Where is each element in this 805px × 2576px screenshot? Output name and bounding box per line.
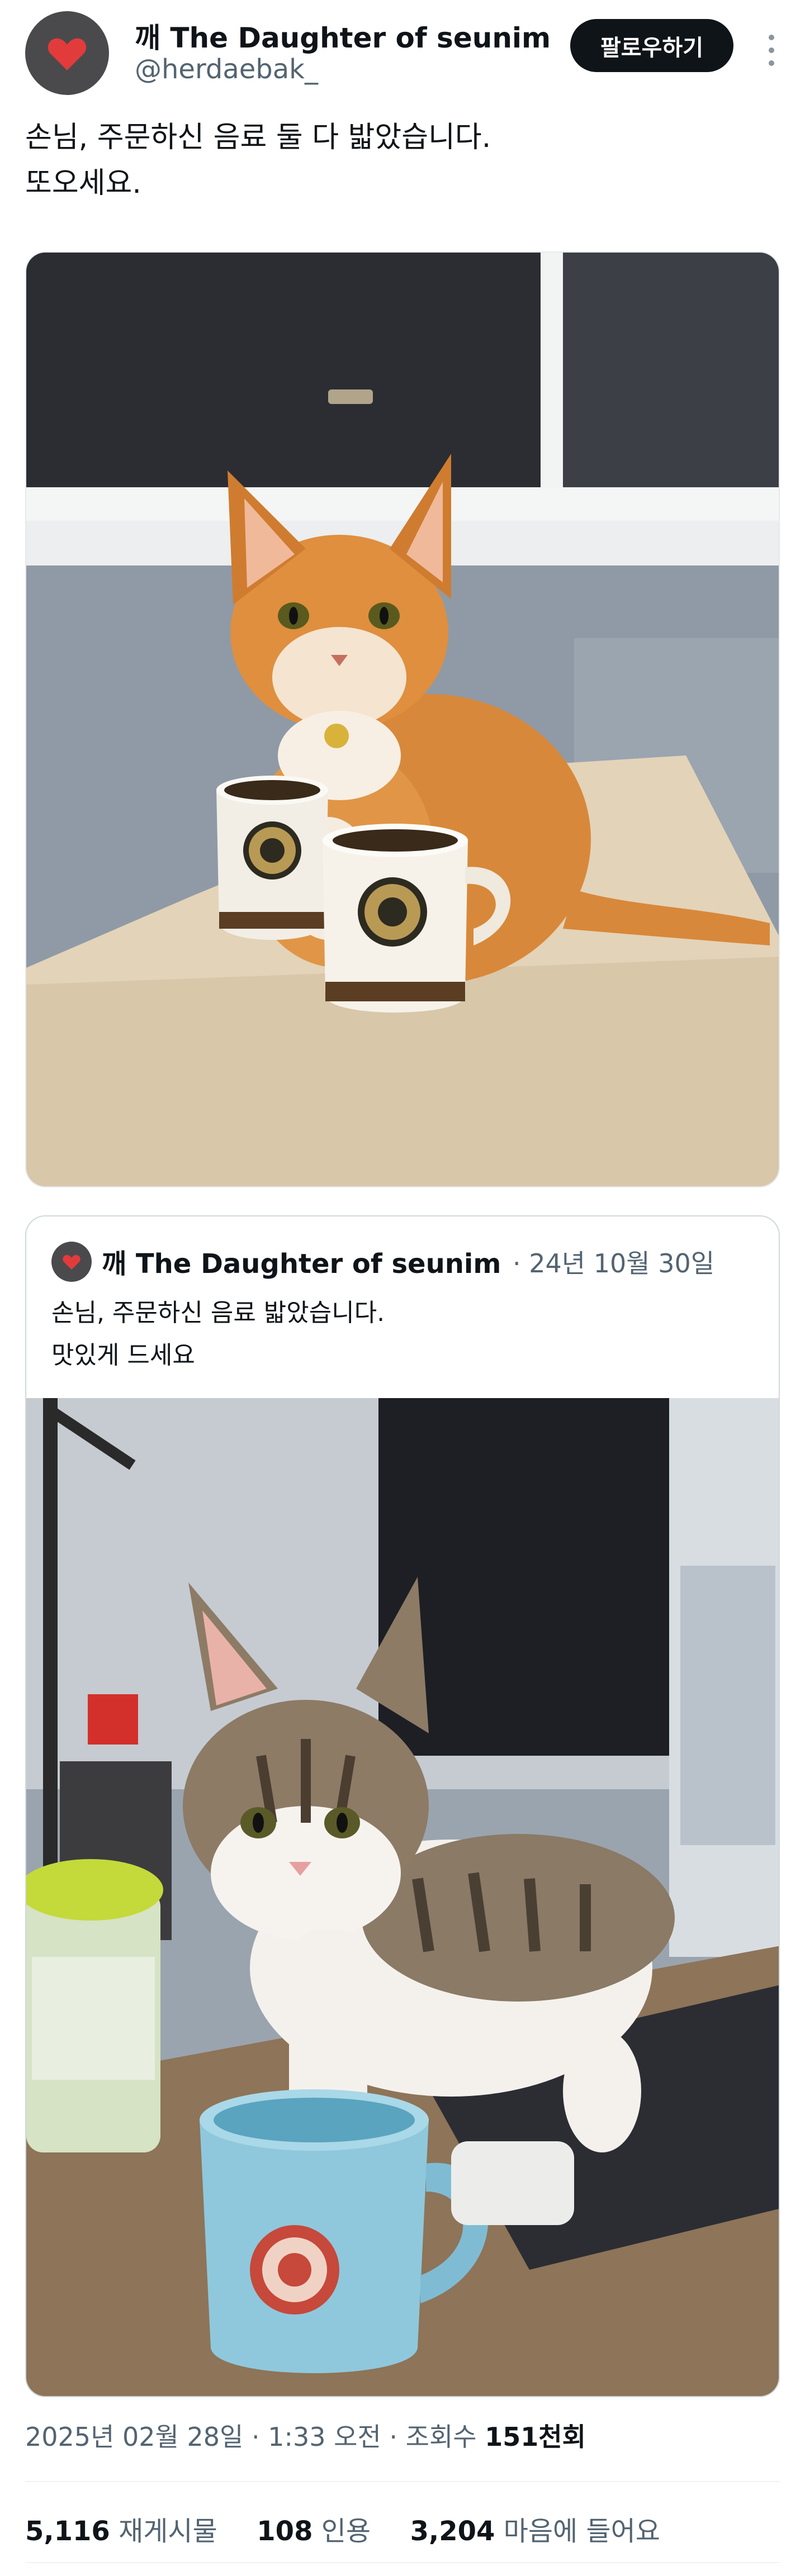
heart-icon [48,38,87,70]
quotes-count: 108 [257,2516,313,2547]
tweet-text-line: 또오세요. [25,167,141,200]
kitten-in-mug-photo [26,1398,779,2396]
author-avatar[interactable] [25,11,109,95]
tweet-text: 손님, 주문하신 음료 둘 다 밟았습니다. 또오세요. [25,115,491,206]
author-display-name: The Daughter of seunim [170,22,551,54]
views-label: 조회수 [405,2422,477,2452]
retweets-count: 5,116 [25,2516,110,2547]
tweet-stats: 5,116 재게시물 108 인용 3,204 마음에 들어요 [25,2509,660,2548]
quotes-label: 인용 [321,2516,371,2547]
quoted-author-display-name: The Daughter of seunim [135,1248,501,1280]
author-name[interactable]: 깨 The Daughter of seunim [135,16,551,56]
quoted-author-emoji: 깨 [102,1248,127,1280]
author-handle[interactable]: @herdaebak_ [135,54,318,85]
quoted-author-name: 깨 The Daughter of seunim [102,1242,501,1281]
quoted-photo [26,1398,779,2396]
quoted-author-avatar [51,1242,92,1282]
quoted-text-line: 손님, 주문하신 음료 밟았습니다. [51,1299,385,1327]
tweet-timestamp[interactable]: 2025년 02월 28일 · 1:33 오전 · 조회수 151천회 [25,2417,586,2454]
retweets-label: 재게시물 [119,2516,217,2547]
timestamp-time: 1:33 오전 [268,2422,381,2452]
likes-stat[interactable]: 3,204 마음에 들어요 [410,2516,660,2547]
heart-icon [63,1254,80,1270]
author-emoji: 깨 [135,22,160,54]
timestamp-separator: · [389,2422,398,2452]
tweet-header: 깨 The Daughter of seunim @herdaebak_ 팔로우… [25,11,780,95]
follow-button[interactable]: 팔로우하기 [570,19,733,72]
retweets-stat[interactable]: 5,116 재게시물 [25,2516,226,2547]
quoted-text: 손님, 주문하신 음료 밟았습니다. 맛있게 드세요 [51,1292,385,1377]
timestamp-date: 2025년 02월 28일 [25,2422,244,2452]
quoted-tweet[interactable]: 깨 The Daughter of seunim · 24년 10월 30일 손… [25,1215,780,2397]
views-count: 151천회 [485,2422,586,2452]
tweet-text-line: 손님, 주문하신 음료 둘 다 밟았습니다. [25,121,491,154]
likes-label: 마음에 들어요 [503,2516,660,2547]
cat-with-mugs-photo [26,253,779,1186]
more-options-icon[interactable] [763,28,780,73]
quoted-date: 24년 10월 30일 [529,1248,715,1279]
quoted-meta: · 24년 10월 30일 [513,1243,714,1280]
quoted-text-line: 맛있게 드세요 [51,1341,195,1370]
quoted-separator: · [513,1248,521,1279]
quotes-stat[interactable]: 108 인용 [257,2516,379,2547]
timestamp-separator: · [251,2422,260,2452]
likes-count: 3,204 [410,2516,495,2547]
tweet-photo[interactable] [25,251,780,1187]
divider [25,2562,780,2563]
divider [25,2481,780,2482]
